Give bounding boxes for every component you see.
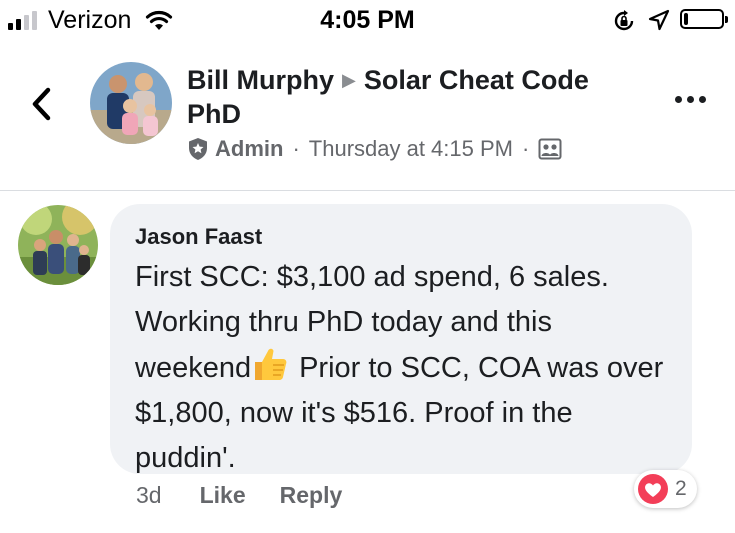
separator-dot: · — [292, 136, 300, 161]
comment-bubble[interactable]: Jason Faast First SCC: $3,100 ad spend, … — [110, 204, 692, 474]
post-author-name[interactable]: Bill Murphy — [187, 65, 334, 95]
more-dot-icon — [687, 96, 694, 103]
reaction-count: 2 — [675, 477, 687, 500]
back-button[interactable] — [22, 82, 62, 126]
role-badge-label: Admin — [215, 136, 284, 161]
arrow-right-icon: ▶ — [342, 70, 356, 90]
commenter-avatar[interactable] — [18, 205, 98, 285]
group-photo-icon — [538, 138, 562, 160]
family-photo — [90, 62, 172, 144]
more-dot-icon — [675, 96, 682, 103]
more-options-button[interactable] — [675, 96, 706, 103]
comment-age[interactable]: 3d — [136, 482, 162, 509]
status-bar: Verizon 4:05 PM — [0, 0, 735, 40]
rotation-lock-icon — [614, 10, 634, 31]
location-arrow-icon — [648, 9, 670, 31]
family-photo — [18, 205, 98, 285]
separator-dot: · — [522, 136, 530, 161]
admin-badge-icon — [189, 138, 207, 160]
battery-icon — [680, 9, 728, 29]
reply-button[interactable]: Reply — [280, 482, 343, 509]
divider — [0, 190, 735, 191]
comment-text: First SCC: $3,100 ad spend, 6 sales. Wor… — [135, 255, 675, 481]
reaction-summary[interactable]: 2 — [634, 470, 697, 508]
more-dot-icon — [699, 96, 706, 103]
love-reaction-icon — [638, 474, 668, 504]
comment-actions: 3d Like Reply — [136, 482, 376, 509]
thumbs-up-emoji-icon — [255, 348, 287, 380]
like-button[interactable]: Like — [200, 482, 246, 509]
post-meta: Admin · Thursday at 4:15 PM · — [187, 136, 562, 162]
author-avatar[interactable] — [90, 62, 172, 144]
comment-author[interactable]: Jason Faast — [135, 224, 666, 250]
chevron-left-icon — [32, 87, 51, 121]
post-timestamp[interactable]: Thursday at 4:15 PM — [309, 136, 513, 162]
post-title: Bill Murphy ▶ Solar Cheat Code PhD — [187, 63, 647, 131]
